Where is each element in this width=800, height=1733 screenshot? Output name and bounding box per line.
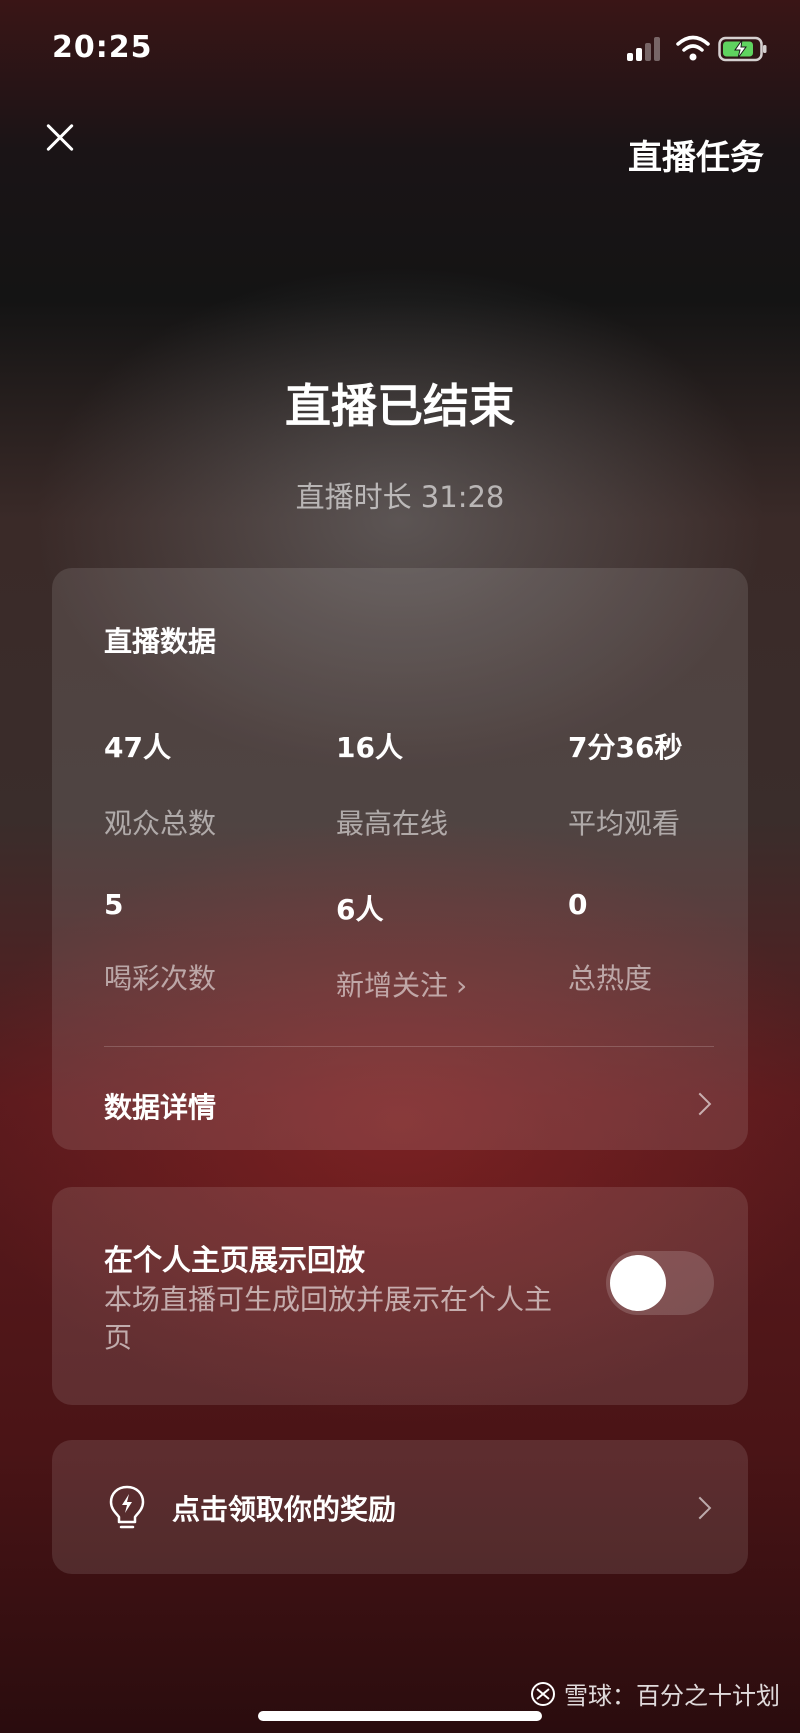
toggle-knob (610, 1255, 666, 1311)
replay-description: 本场直播可生成回放并展示在个人主页 (104, 1283, 553, 1354)
replay-title: 在个人主页展示回放 (104, 1243, 366, 1277)
wifi-icon (676, 35, 710, 61)
stat-label: 最高在线 (336, 807, 449, 840)
replay-setting-card: 在个人主页展示回放 本场直播可生成回放并展示在个人主页 (52, 1187, 748, 1405)
stat-label: 观众总数 (104, 807, 217, 840)
stat-label: 新增关注 › (336, 964, 536, 1004)
stat-label-text: 新增关注 (336, 969, 449, 1002)
watermark: 雪球：百分之十计划 (530, 1676, 780, 1711)
stat-value: 47人 (104, 731, 171, 764)
stat-cheers: 5 喝彩次数 (104, 888, 304, 997)
claim-reward-button[interactable]: 点击领取你的奖励 (52, 1440, 748, 1574)
chevron-right-icon: › (456, 969, 468, 1002)
stat-new-followers[interactable]: 6人 新增关注 › (336, 888, 536, 1004)
status-bar: 20:25 (0, 0, 800, 100)
xueqiu-logo-icon (531, 1681, 555, 1706)
live-tasks-link[interactable]: 直播任务 (628, 130, 764, 179)
lightbulb-lightning-icon (109, 1485, 145, 1529)
data-details-label: 数据详情 (104, 1091, 217, 1124)
reward-label: 点击领取你的奖励 (172, 1493, 397, 1526)
home-indicator[interactable] (258, 1711, 542, 1721)
stat-label: 总热度 (568, 962, 653, 995)
stat-peak-online: 16人 最高在线 (336, 726, 536, 842)
cellular-signal-icon (627, 37, 665, 61)
stats-title: 直播数据 (104, 625, 217, 658)
live-stats-card: 直播数据 47人 观众总数 16人 最高在线 7分36秒 平均观看 5 喝彩次数… (52, 568, 748, 1150)
stat-label: 平均观看 (568, 807, 681, 840)
stat-label: 喝彩次数 (104, 962, 217, 995)
chevron-right-icon (688, 1092, 712, 1116)
close-button[interactable] (40, 118, 80, 158)
stat-value: 5 (104, 888, 124, 921)
live-duration: 直播时长 31:28 (295, 480, 505, 514)
replay-toggle[interactable] (606, 1251, 714, 1315)
stat-value: 6人 (336, 893, 384, 926)
data-details-row[interactable]: 数据详情 (104, 1078, 714, 1128)
chevron-right-icon (688, 1496, 712, 1520)
stat-total-viewers: 47人 观众总数 (104, 726, 304, 842)
status-time: 20:25 (52, 30, 153, 65)
stat-value: 16人 (336, 731, 403, 764)
divider (104, 1046, 714, 1047)
stat-value: 0 (568, 888, 588, 921)
page-title: 直播已结束 (285, 379, 515, 433)
watermark-text: 雪球：百分之十计划 (564, 1682, 780, 1710)
stat-value: 7分36秒 (568, 731, 683, 764)
stat-avg-watch: 7分36秒 平均观看 (568, 726, 768, 842)
battery-charging-icon (718, 36, 767, 62)
stat-total-heat: 0 总热度 (568, 888, 768, 997)
